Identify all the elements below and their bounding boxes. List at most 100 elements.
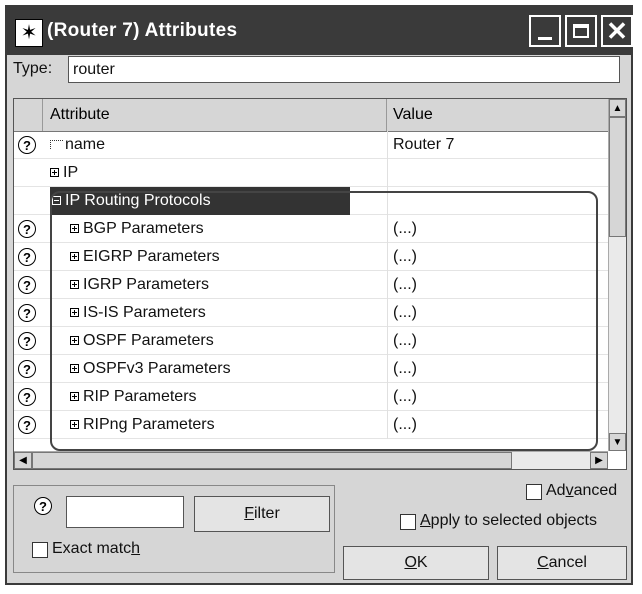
scroll-up-arrow-icon[interactable]: ▲	[609, 99, 626, 117]
attributes-table: Attribute Value ? name Router 7 IP IP Ro…	[13, 98, 627, 470]
column-divider	[387, 159, 388, 187]
help-icon[interactable]: ?	[18, 388, 36, 406]
value-cell[interactable]: (...)	[393, 383, 417, 411]
advanced-text-b: anced	[573, 482, 618, 499]
column-divider	[387, 271, 388, 299]
value-cell[interactable]: (...)	[393, 355, 417, 383]
ok-label: K	[416, 554, 428, 571]
scroll-down-arrow-icon[interactable]: ▼	[609, 433, 626, 451]
scroll-left-arrow-icon[interactable]: ◀	[14, 452, 32, 469]
apply-selected-label: Apply to selected objects	[420, 512, 597, 530]
advanced-text-a: Ad	[546, 482, 566, 499]
expand-icon[interactable]	[70, 336, 79, 346]
table-row[interactable]: ? IGRP Parameters (...)	[14, 271, 608, 299]
advanced-mnemonic: v	[565, 482, 574, 499]
attribute-cell: OSPF Parameters	[70, 327, 214, 355]
type-field[interactable]	[68, 56, 620, 83]
expand-icon[interactable]	[70, 224, 79, 234]
vertical-scrollbar[interactable]: ▲ ▼	[608, 99, 626, 451]
attribute-label: OSPFv3 Parameters	[83, 360, 231, 377]
minimize-button[interactable]	[529, 15, 561, 47]
exact-match-text: Exact matc	[52, 540, 132, 557]
column-divider	[387, 355, 388, 383]
help-icon[interactable]: ?	[18, 220, 36, 238]
value-cell[interactable]: Router 7	[393, 131, 454, 159]
help-icon[interactable]: ?	[18, 332, 36, 350]
expand-icon[interactable]	[70, 280, 79, 290]
value-cell[interactable]: (...)	[393, 243, 417, 271]
table-row[interactable]: ? OSPF Parameters (...)	[14, 327, 608, 355]
ok-button[interactable]: OK	[343, 546, 489, 580]
attribute-cell: OSPFv3 Parameters	[70, 355, 231, 383]
attribute-label: RIPng Parameters	[83, 416, 215, 433]
exact-match-checkbox[interactable]	[32, 542, 48, 558]
column-divider	[387, 383, 388, 411]
expand-icon[interactable]	[50, 168, 59, 178]
apply-text: pply to selected objects	[430, 512, 597, 529]
help-icon[interactable]: ?	[18, 136, 36, 154]
apply-selected-checkbox[interactable]	[400, 514, 416, 530]
help-icon[interactable]: ?	[18, 248, 36, 266]
table-row[interactable]: ? IS-IS Parameters (...)	[14, 299, 608, 327]
help-icon[interactable]: ?	[34, 497, 52, 515]
horizontal-scrollbar[interactable]: ◀ ▶	[14, 451, 608, 469]
expand-icon[interactable]	[70, 364, 79, 374]
attribute-label: OSPF Parameters	[83, 332, 214, 349]
table-row[interactable]: ? OSPFv3 Parameters (...)	[14, 355, 608, 383]
help-icon[interactable]: ?	[18, 360, 36, 378]
help-icon[interactable]: ?	[18, 304, 36, 322]
table-row[interactable]: ? RIPng Parameters (...)	[14, 411, 608, 439]
attribute-cell: EIGRP Parameters	[70, 243, 220, 271]
column-header-value[interactable]: Value	[387, 99, 608, 131]
attribute-cell: IP Routing Protocols	[50, 187, 350, 215]
collapse-icon[interactable]	[52, 196, 61, 206]
value-cell[interactable]: (...)	[393, 327, 417, 355]
attribute-label: BGP Parameters	[83, 220, 204, 237]
column-divider	[387, 187, 388, 215]
table-row[interactable]: ? BGP Parameters (...)	[14, 215, 608, 243]
horizontal-scroll-thumb[interactable]	[32, 452, 512, 469]
maximize-button[interactable]	[565, 15, 597, 47]
attribute-cell: IS-IS Parameters	[70, 299, 206, 327]
value-cell[interactable]: (...)	[393, 215, 417, 243]
apply-mnemonic: A	[420, 512, 431, 529]
column-header-attribute[interactable]: Attribute	[42, 99, 387, 131]
value-cell[interactable]: (...)	[393, 299, 417, 327]
column-divider	[387, 299, 388, 327]
attribute-cell: name	[50, 131, 105, 159]
filter-button[interactable]: Filter	[194, 496, 330, 532]
table-row[interactable]: IP	[14, 159, 608, 187]
tree-line-icon	[50, 140, 63, 150]
close-icon: ✕	[606, 16, 628, 46]
close-button[interactable]: ✕	[601, 15, 633, 47]
attribute-label: IGRP Parameters	[83, 276, 209, 293]
value-cell[interactable]: (...)	[393, 411, 417, 439]
filter-button-label: ilter	[254, 505, 280, 522]
help-icon[interactable]: ?	[18, 276, 36, 294]
title-bar[interactable]: ✶ (Router 7) Attributes ✕	[7, 7, 633, 55]
help-icon[interactable]: ?	[18, 416, 36, 434]
filter-button-mnemonic: F	[244, 505, 254, 522]
advanced-checkbox[interactable]	[526, 484, 542, 500]
exact-match-label: Exact match	[52, 540, 140, 558]
scroll-right-arrow-icon[interactable]: ▶	[590, 452, 608, 469]
cancel-button[interactable]: Cancel	[497, 546, 627, 580]
table-row[interactable]: IP Routing Protocols	[14, 187, 608, 215]
expand-icon[interactable]	[70, 308, 79, 318]
table-row[interactable]: ? RIP Parameters (...)	[14, 383, 608, 411]
type-label: Type:	[13, 60, 53, 77]
vertical-scroll-thumb[interactable]	[609, 117, 626, 237]
expand-icon[interactable]	[70, 252, 79, 262]
value-cell[interactable]: (...)	[393, 271, 417, 299]
expand-icon[interactable]	[70, 392, 79, 402]
column-divider	[387, 411, 388, 439]
attribute-cell: BGP Parameters	[70, 215, 204, 243]
filter-panel: ? Filter Exact match	[13, 485, 335, 573]
column-divider	[387, 215, 388, 243]
expand-icon[interactable]	[70, 420, 79, 430]
filter-input[interactable]	[66, 496, 184, 528]
table-row[interactable]: ? EIGRP Parameters (...)	[14, 243, 608, 271]
table-row[interactable]: ? name Router 7	[14, 131, 608, 159]
attribute-cell: IGRP Parameters	[70, 271, 209, 299]
cancel-label: ancel	[548, 554, 587, 571]
